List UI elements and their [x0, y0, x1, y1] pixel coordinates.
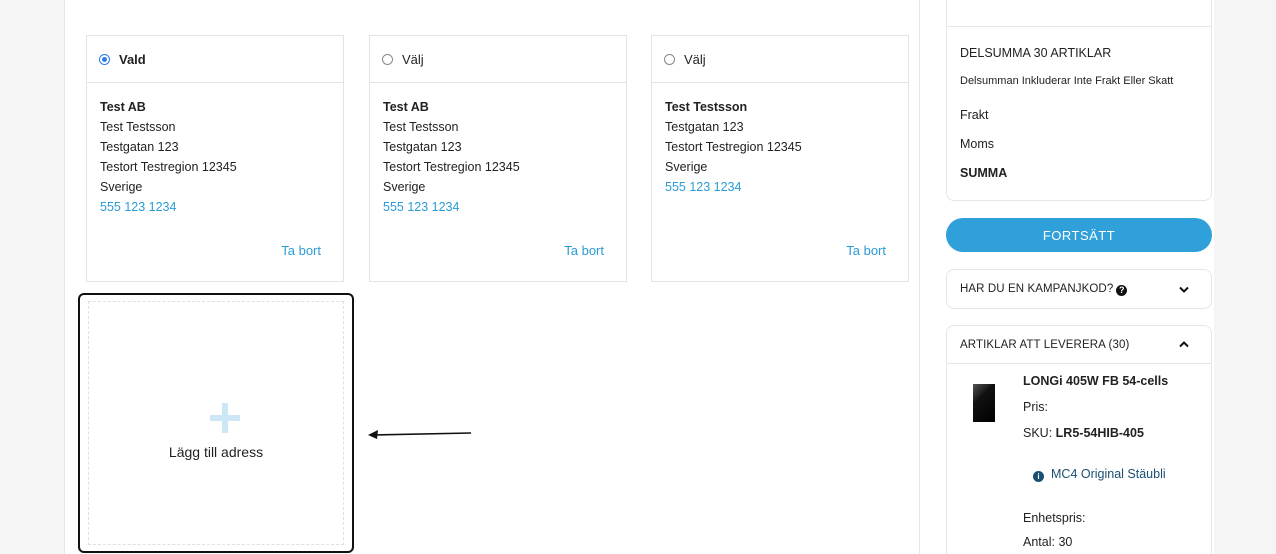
product-image[interactable]	[973, 384, 995, 422]
tax-label: Moms	[960, 137, 995, 151]
address-city: Testort Testregion 12345	[100, 160, 237, 174]
items-to-deliver-panel: ARTIKLAR ATT LEVERERA (30) LONGi 405W FB…	[946, 325, 1212, 554]
address-details: Test AB Test Testsson Testgatan 123 Test…	[370, 83, 626, 217]
address-country: Sverige	[665, 160, 708, 174]
add-address-dropzone[interactable]: Lägg till adress	[88, 301, 344, 545]
address-card[interactable]: Välj Test AB Test Testsson Testgatan 123…	[369, 35, 627, 282]
address-radio[interactable]	[664, 53, 675, 65]
product-option-label: MC4 Original Stäubli	[1051, 467, 1166, 481]
chevron-down-icon[interactable]	[1179, 286, 1189, 293]
product-price-label: Pris:	[1023, 400, 1048, 414]
address-contact: Test Testsson	[100, 120, 176, 134]
sku-value: LR5-54HIB-405	[1055, 426, 1144, 440]
address-details: Test AB Test Testsson Testgatan 123 Test…	[87, 83, 343, 217]
address-select-label: Välj	[684, 51, 706, 67]
order-summary: DELSUMMA 30 ARTIKLAR Delsumman Inkludera…	[946, 0, 1212, 201]
help-icon[interactable]: ?	[1116, 284, 1128, 296]
address-card[interactable]: Välj Test Testsson Testgatan 123 Testort…	[651, 35, 909, 282]
address-country: Sverige	[100, 180, 143, 194]
address-street: Testgatan 123	[383, 140, 462, 154]
address-company: Test AB	[383, 100, 429, 114]
add-address-card[interactable]: Lägg till adress	[78, 293, 354, 553]
promo-code-header[interactable]: HAR DU EN KAMPANJKOD??	[947, 270, 1211, 308]
continue-button[interactable]: FORTSÄTT	[946, 218, 1212, 252]
info-icon: i	[1033, 471, 1044, 482]
product-sku: SKU: LR5-54HIB-405	[1023, 426, 1144, 440]
remove-address-link[interactable]: Ta bort	[281, 243, 321, 258]
subtotal-label: DELSUMMA 30 ARTIKLAR	[960, 46, 1112, 60]
address-city: Testort Testregion 12345	[665, 140, 802, 154]
address-company: Test AB	[100, 100, 146, 114]
remove-address-link[interactable]: Ta bort	[564, 243, 604, 258]
address-phone-link[interactable]: 555 123 1234	[665, 177, 908, 197]
address-radio[interactable]	[99, 53, 110, 65]
promo-code-label: HAR DU EN KAMPANJKOD?	[960, 282, 1114, 295]
remove-address-link[interactable]: Ta bort	[846, 243, 886, 258]
unit-price-label: Enhetspris:	[1023, 511, 1086, 525]
product-name[interactable]: LONGi 405W FB 54-cells	[1023, 374, 1168, 388]
address-phone-link[interactable]: 555 123 1234	[383, 197, 626, 217]
subtotal-note: Delsumman Inkluderar Inte Frakt Eller Sk…	[960, 75, 1174, 87]
quantity-label: Antal:	[1023, 535, 1055, 549]
items-to-deliver-label: ARTIKLAR ATT LEVERERA (30)	[960, 338, 1130, 351]
address-city: Testort Testregion 12345	[383, 160, 520, 174]
address-street: Testgatan 123	[100, 140, 179, 154]
sku-label: SKU:	[1023, 426, 1053, 440]
total-label: SUMMA	[960, 166, 1008, 180]
address-radio[interactable]	[382, 53, 393, 65]
address-card-header[interactable]: Välj	[370, 36, 626, 83]
add-address-label: Lägg till adress	[168, 444, 264, 460]
product-option[interactable]: i MC4 Original Stäubli	[1033, 467, 1166, 482]
address-card-header[interactable]: Välj	[652, 36, 908, 83]
address-phone-link[interactable]: 555 123 1234	[100, 197, 343, 217]
address-country: Sverige	[383, 180, 426, 194]
address-contact: Test Testsson	[383, 120, 459, 134]
address-select-label: Välj	[402, 51, 424, 67]
annotation-arrow-icon	[368, 430, 472, 439]
quantity: Antal: 30	[1023, 535, 1072, 549]
address-card-header[interactable]: Vald	[87, 36, 343, 83]
plus-icon	[210, 403, 240, 433]
checkout-page: Vald Test AB Test Testsson Testgatan 123…	[64, 0, 1214, 554]
chevron-up-icon[interactable]	[1179, 341, 1189, 348]
promo-code-accordion[interactable]: HAR DU EN KAMPANJKOD??	[946, 269, 1212, 309]
address-select-label: Vald	[119, 51, 146, 67]
address-street: Testgatan 123	[665, 120, 744, 134]
quantity-value: 30	[1058, 535, 1073, 549]
items-to-deliver-header[interactable]: ARTIKLAR ATT LEVERERA (30)	[947, 326, 1211, 364]
address-card[interactable]: Vald Test AB Test Testsson Testgatan 123…	[86, 35, 344, 282]
address-section: Vald Test AB Test Testsson Testgatan 123…	[64, 0, 920, 554]
address-contact: Test Testsson	[665, 100, 748, 114]
shipping-label: Frakt	[960, 108, 989, 122]
divider	[947, 26, 1211, 27]
address-details: Test Testsson Testgatan 123 Testort Test…	[652, 83, 908, 197]
